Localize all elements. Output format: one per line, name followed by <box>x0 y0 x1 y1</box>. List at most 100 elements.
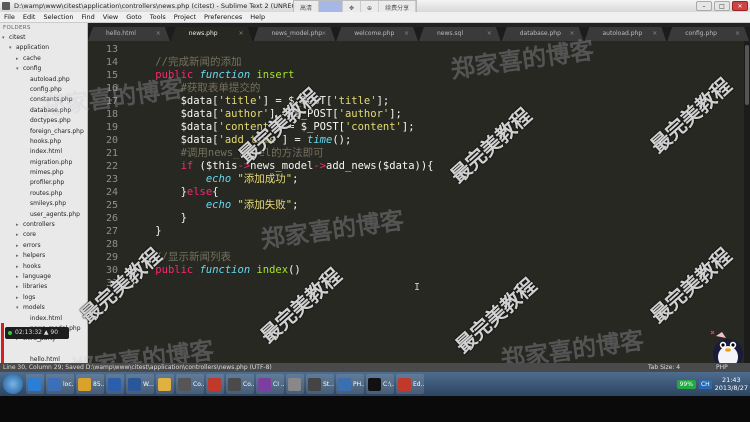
sidebar-tree-item[interactable] <box>0 345 87 355</box>
editor-tab[interactable]: welcome.php × <box>336 27 418 41</box>
taskbar-app-button[interactable]: Co... <box>226 374 254 394</box>
tree-arrow-icon[interactable]: ▸ <box>16 220 23 230</box>
scrollbar-thumb[interactable] <box>745 45 749 105</box>
tree-arrow-icon[interactable]: ▸ <box>16 54 23 64</box>
sidebar-tree-item[interactable]: foreign_chars.php <box>0 127 87 137</box>
tree-arrow-icon[interactable]: ▸ <box>16 262 23 272</box>
sidebar-tree-item[interactable]: index.html <box>0 314 87 324</box>
sidebar-tree-item[interactable]: ▾ application <box>0 43 87 53</box>
menu-preferences[interactable]: Preferences <box>200 12 246 22</box>
sidebar-tree-item[interactable]: database.php <box>0 106 87 116</box>
clock[interactable]: 21:43 2013/8/27 <box>715 376 748 392</box>
taskbar-app-button[interactable]: 85... <box>76 374 104 394</box>
tab-close-icon[interactable]: × <box>238 27 243 41</box>
taskbar-app-button[interactable]: PH... <box>336 374 364 394</box>
tree-arrow-icon[interactable]: ▾ <box>16 303 23 313</box>
taskbar-app-button[interactable] <box>26 374 44 394</box>
editor-tab[interactable]: news_model.php × <box>253 27 336 41</box>
editor-tab[interactable]: autoload.php × <box>584 27 667 41</box>
taskbar-app-button[interactable]: C:\... <box>366 374 394 394</box>
minimize-button[interactable]: – <box>696 1 712 11</box>
tree-arrow-icon[interactable]: ▾ <box>9 43 16 53</box>
sidebar-tree-item[interactable]: migration.php <box>0 158 87 168</box>
sidebar-tree-item[interactable]: ▸ libraries <box>0 282 87 292</box>
editor-tab[interactable]: news.php × <box>170 27 253 41</box>
code-line: 29 //显示新闻列表 <box>88 251 750 264</box>
tree-arrow-icon[interactable]: ▾ <box>16 64 23 74</box>
taskbar-app-button[interactable]: loc... <box>46 374 74 394</box>
sidebar-tree-item[interactable]: autoload.php <box>0 75 87 85</box>
taskbar-app-button[interactable] <box>206 374 224 394</box>
taskbar-app-button[interactable]: Co... <box>176 374 204 394</box>
tree-arrow-icon[interactable]: ▾ <box>2 33 9 43</box>
tree-arrow-icon[interactable]: ▸ <box>16 282 23 292</box>
tree-arrow-icon[interactable]: ▸ <box>16 272 23 282</box>
sidebar-tree-item[interactable]: profiler.php <box>0 178 87 188</box>
sidebar-tree-item[interactable]: ▾ models <box>0 303 87 313</box>
editor-tab[interactable]: hello.html × <box>88 27 170 41</box>
battery-indicator[interactable]: 99% <box>676 379 696 389</box>
menu-tools[interactable]: Tools <box>146 12 170 22</box>
editor-tab[interactable]: config.php × <box>667 27 749 41</box>
tree-arrow-icon[interactable]: ▸ <box>16 293 23 303</box>
sidebar-tree-item[interactable]: ▸ errors <box>0 241 87 251</box>
tree-arrow-icon[interactable]: ▸ <box>16 241 23 251</box>
code-token: "添加成功" <box>237 173 293 185</box>
editor-scrollbar[interactable] <box>744 41 750 363</box>
menu-view[interactable]: View <box>99 12 122 22</box>
sidebar-tree-item[interactable]: constants.php <box>0 95 87 105</box>
menu-goto[interactable]: Goto <box>122 12 146 22</box>
menu-help[interactable]: Help <box>246 12 269 22</box>
sidebar-tree-item[interactable]: ▸ hooks <box>0 262 87 272</box>
menu-file[interactable]: File <box>0 12 19 22</box>
input-method-indicator[interactable]: CH <box>698 379 712 389</box>
sidebar-tree-item[interactable]: ▸ controllers <box>0 220 87 230</box>
sidebar-tree-item[interactable]: ▸ language <box>0 272 87 282</box>
sidebar-tree-item[interactable]: ▾ config <box>0 64 87 74</box>
start-button[interactable] <box>3 374 23 394</box>
sidebar-tree-item[interactable]: ▸ core <box>0 230 87 240</box>
sidebar-tree-item[interactable]: ▸ helpers <box>0 251 87 261</box>
sidebar-tree-item[interactable]: hooks.php <box>0 137 87 147</box>
status-syntax[interactable]: PHP <box>716 363 728 372</box>
sidebar-tree-item[interactable]: smileys.php <box>0 199 87 209</box>
taskbar-app-button[interactable]: W... <box>126 374 154 394</box>
tab-close-icon[interactable]: × <box>487 27 492 41</box>
tree-arrow-icon[interactable]: ▸ <box>16 251 23 261</box>
sidebar-tree-item[interactable]: index.html <box>0 147 87 157</box>
taskbar-app-button[interactable]: St... <box>306 374 334 394</box>
sidebar-tree-item[interactable]: doctypes.php <box>0 116 87 126</box>
taskbar-app-button[interactable]: Ed... <box>396 374 424 394</box>
editor-tab[interactable]: news.sql × <box>419 27 501 41</box>
tab-close-icon[interactable]: × <box>652 27 657 41</box>
menu-edit[interactable]: Edit <box>19 12 40 22</box>
menu-project[interactable]: Project <box>170 12 200 22</box>
sidebar-tree-item[interactable]: ▸ logs <box>0 293 87 303</box>
tab-close-icon[interactable]: × <box>569 27 574 41</box>
sidebar-tree-item[interactable]: hello.html <box>0 355 87 363</box>
status-tab-size[interactable]: Tab Size: 4 <box>648 363 680 372</box>
taskbar-app-button[interactable] <box>286 374 304 394</box>
sidebar-tree-item[interactable]: user_agents.php <box>0 210 87 220</box>
taskbar-app-button[interactable]: CI ... <box>256 374 284 394</box>
code-editor[interactable]: 13 14 //完成新闻的添加 15 public function insert 1… <box>88 41 750 363</box>
tab-close-icon[interactable]: × <box>321 27 326 41</box>
tree-item-label: core <box>23 231 36 239</box>
tab-close-icon[interactable]: × <box>156 27 161 41</box>
sidebar-tree-item[interactable]: ▸ cache <box>0 54 87 64</box>
sidebar-tree-item[interactable]: ▾ citest <box>0 33 87 43</box>
menu-selection[interactable]: Selection <box>39 12 77 22</box>
code-token: ($this <box>193 160 238 172</box>
tab-close-icon[interactable]: × <box>735 27 740 41</box>
taskbar-app-button[interactable] <box>156 374 174 394</box>
sidebar-tree-item[interactable]: routes.php <box>0 189 87 199</box>
tree-arrow-icon[interactable]: ▸ <box>16 230 23 240</box>
sidebar-tree-item[interactable]: config.php <box>0 85 87 95</box>
tab-close-icon[interactable]: × <box>404 27 409 41</box>
taskbar-app-button[interactable] <box>106 374 124 394</box>
sidebar-tree-item[interactable]: mimes.php <box>0 168 87 178</box>
menu-find[interactable]: Find <box>77 12 98 22</box>
maximize-button[interactable]: □ <box>714 1 730 11</box>
close-button[interactable]: ✕ <box>732 1 748 11</box>
editor-tab[interactable]: database.php × <box>501 27 584 41</box>
